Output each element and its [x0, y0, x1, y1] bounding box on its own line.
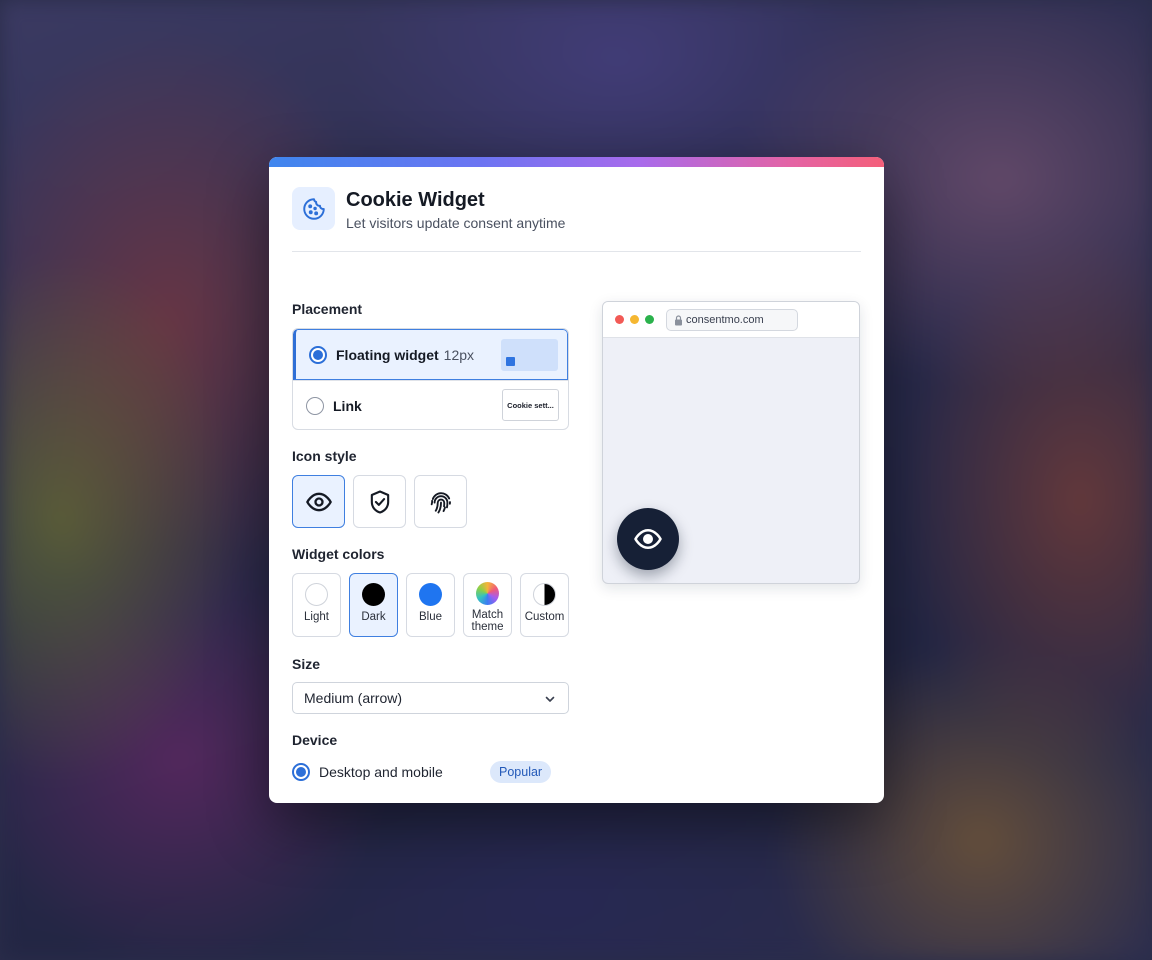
blue-swatch — [419, 583, 442, 606]
color-option-label: Dark — [361, 611, 386, 623]
color-option-label: Light — [304, 611, 329, 623]
placement-option-meta: 12px — [443, 346, 475, 363]
widget-colors-label: Widget colors — [292, 546, 385, 562]
eye-icon — [634, 529, 662, 549]
cookie-widget-panel: Cookie Widget Let visitors update consen… — [269, 157, 884, 803]
panel-header: Cookie Widget Let visitors update consen… — [292, 187, 861, 252]
device-label: Device — [292, 732, 338, 748]
link-thumbnail: Cookie sett... — [502, 389, 559, 421]
minimize-dot — [630, 315, 639, 324]
chevron-down-icon — [545, 696, 555, 702]
color-option-label: Custom — [524, 611, 565, 623]
color-option-label: Blue — [418, 611, 443, 623]
widget-preview: consentmo.com — [602, 301, 860, 584]
gradient-accent-bar — [269, 157, 884, 167]
icon-style-label: Icon style — [292, 448, 357, 464]
shield-check-icon — [370, 489, 389, 514]
fingerprint-icon — [430, 491, 451, 513]
size-select-value: Medium (arrow) — [304, 690, 403, 706]
maximize-dot — [645, 315, 654, 324]
icon-style-fingerprint[interactable] — [414, 475, 467, 528]
radio-selected[interactable] — [309, 345, 327, 364]
placement-option-label: Link — [333, 397, 362, 414]
popular-badge: Popular — [490, 761, 552, 783]
browser-toolbar: consentmo.com — [603, 302, 859, 338]
size-select[interactable]: Medium (arrow) — [292, 682, 569, 714]
floating-widget-thumbnail — [501, 339, 558, 371]
half-contrast-swatch — [533, 583, 556, 606]
icon-style-shield[interactable] — [353, 475, 406, 528]
cookie-icon — [292, 187, 335, 230]
preview-floating-widget — [617, 508, 679, 570]
size-label: Size — [292, 656, 321, 672]
color-option-blue[interactable]: Blue — [406, 573, 455, 637]
icon-style-options — [292, 475, 467, 528]
placement-options: Floating widget 12px Link Cookie sett... — [292, 328, 569, 430]
address-bar: consentmo.com — [666, 309, 798, 331]
placement-label: Placement — [292, 301, 363, 317]
radio-unselected[interactable] — [306, 396, 324, 415]
placement-option-label: Floating widget — [336, 346, 439, 363]
color-option-match-theme[interactable]: Match theme — [463, 573, 512, 637]
placement-option-floating-widget[interactable]: Floating widget 12px — [293, 329, 568, 380]
radio-selected[interactable] — [292, 763, 310, 781]
placement-option-link[interactable]: Link Cookie sett... — [293, 380, 568, 429]
widget-color-options: Light Dark Blue Match theme Custom — [292, 573, 569, 637]
page-title: Cookie Widget — [346, 189, 485, 211]
color-option-label: Match theme — [471, 609, 504, 633]
color-option-light[interactable]: Light — [292, 573, 341, 637]
light-swatch — [305, 583, 328, 606]
color-option-dark[interactable]: Dark — [349, 573, 398, 637]
close-dot — [615, 315, 624, 324]
eye-icon — [305, 492, 332, 511]
url-text: consentmo.com — [686, 314, 764, 326]
device-option-label: Desktop and mobile — [319, 764, 443, 780]
rainbow-swatch — [476, 582, 499, 605]
dark-swatch — [362, 583, 385, 606]
color-option-custom[interactable]: Custom — [520, 573, 569, 637]
page-subtitle: Let visitors update consent anytime — [346, 215, 566, 231]
icon-style-eye[interactable] — [292, 475, 345, 528]
device-option-desktop-mobile[interactable]: Desktop and mobile Popular — [292, 760, 569, 784]
lock-icon — [675, 315, 682, 326]
